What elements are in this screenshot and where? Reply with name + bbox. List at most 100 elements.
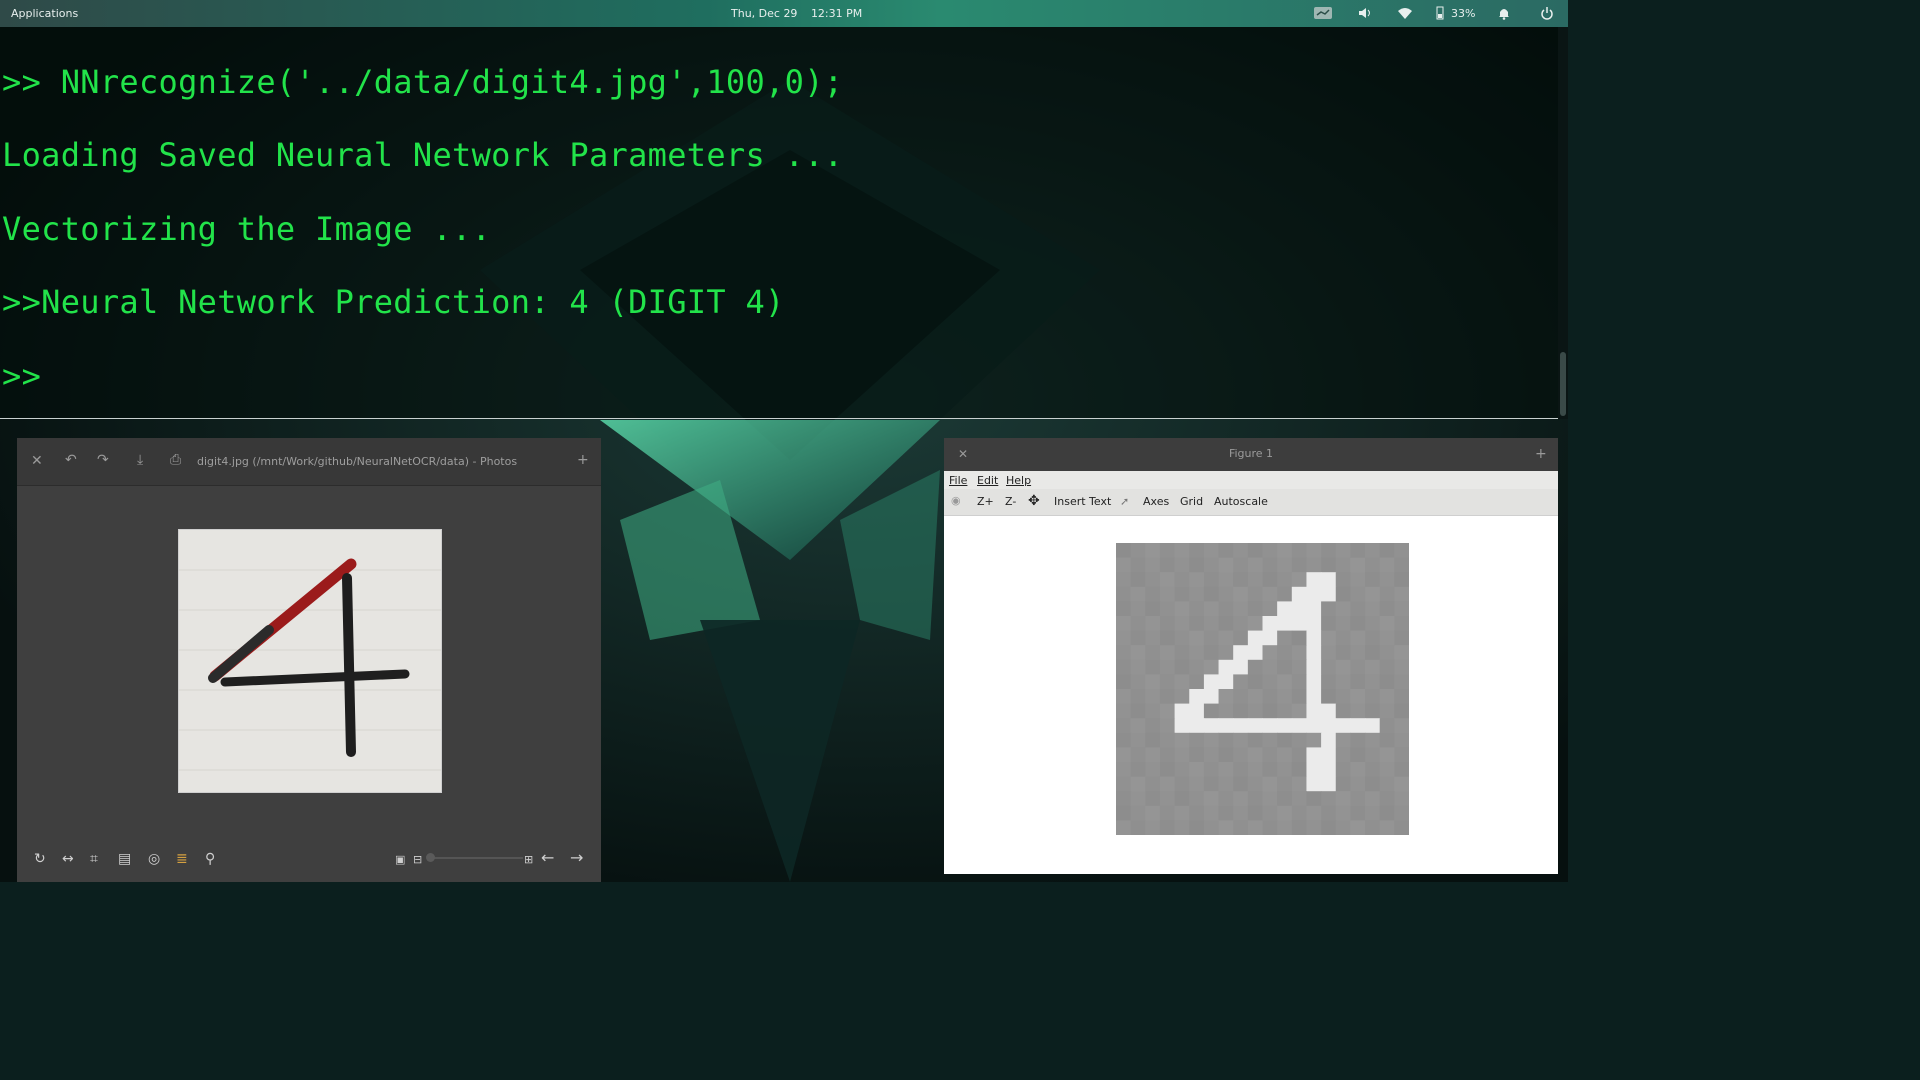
image-pixel xyxy=(1365,747,1381,763)
pointer-icon[interactable]: ➚ xyxy=(1120,495,1129,508)
adjust-colors-icon[interactable]: ≣ xyxy=(176,851,188,867)
image-pixel xyxy=(1203,805,1220,821)
zoom-slider[interactable] xyxy=(426,853,523,862)
menu-edit[interactable]: Edit xyxy=(977,474,998,487)
network-monitor-icon[interactable] xyxy=(1313,5,1333,21)
image-pixel xyxy=(1116,732,1132,748)
image-pixel xyxy=(1145,586,1161,602)
undo-icon[interactable]: ↶ xyxy=(65,452,77,468)
next-arrow-icon[interactable]: → xyxy=(570,848,583,867)
image-pixel xyxy=(1203,732,1220,748)
image-pixel xyxy=(1350,616,1366,632)
crop-icon[interactable]: ⌗ xyxy=(90,851,98,867)
image-pixel xyxy=(1262,776,1278,792)
maximize-icon[interactable]: + xyxy=(577,452,589,468)
image-pixel xyxy=(1130,586,1146,602)
image-pixel xyxy=(1291,645,1307,661)
menu-help[interactable]: Help xyxy=(1006,474,1031,487)
image-pixel xyxy=(1145,572,1161,588)
image-pixel xyxy=(1335,543,1351,559)
image-pixel xyxy=(1379,747,1395,763)
insert-text-button[interactable]: Insert Text xyxy=(1054,495,1111,508)
image-pixel xyxy=(1394,557,1409,573)
maximize-icon[interactable]: + xyxy=(1535,446,1547,462)
image-pixel xyxy=(1321,776,1337,792)
image-pixel xyxy=(1379,674,1395,690)
image-pixel xyxy=(1277,674,1293,690)
panel-clock[interactable]: Thu, Dec 29 12:31 PM xyxy=(731,7,872,20)
scrollbar-thumb[interactable] xyxy=(1560,352,1566,416)
image-pixel xyxy=(1291,616,1307,632)
zoom-slider-handle[interactable] xyxy=(426,853,435,862)
image-pixel xyxy=(1159,718,1176,734)
rotate-3d-icon[interactable]: ◉ xyxy=(951,494,961,507)
image-pixel xyxy=(1291,703,1307,719)
wifi-icon[interactable] xyxy=(1397,5,1413,21)
image-pixel xyxy=(1262,732,1278,748)
image-pixel xyxy=(1321,616,1337,632)
redo-icon[interactable]: ↷ xyxy=(97,452,109,468)
image-pixel xyxy=(1116,674,1132,690)
image-pixel xyxy=(1379,820,1395,835)
image-pixel xyxy=(1130,616,1146,632)
zoom-out-button[interactable]: Z- xyxy=(1005,495,1016,508)
image-pixel xyxy=(1277,703,1293,719)
image-pixel xyxy=(1262,703,1278,719)
image-pixel xyxy=(1394,718,1409,734)
volume-icon[interactable] xyxy=(1358,5,1372,21)
battery-indicator[interactable]: 33% xyxy=(1435,5,1475,21)
image-pixel xyxy=(1350,791,1366,807)
terminal-scrollbar[interactable] xyxy=(1558,27,1568,419)
redeye-icon[interactable]: ◎ xyxy=(148,851,160,867)
power-icon[interactable] xyxy=(1540,5,1554,21)
image-pixel xyxy=(1130,805,1146,821)
image-pixel xyxy=(1203,601,1220,617)
axes-button[interactable]: Axes xyxy=(1143,495,1169,508)
image-pixel xyxy=(1233,703,1249,719)
pan-icon[interactable]: ✥ xyxy=(1028,493,1040,509)
zoom-in-icon[interactable]: ⊞ xyxy=(524,853,533,866)
zoom-out-icon[interactable]: ⊟ xyxy=(413,853,422,866)
menu-file[interactable]: File xyxy=(949,474,967,487)
notifications-bell-icon[interactable] xyxy=(1497,5,1511,21)
image-pixel xyxy=(1233,557,1249,573)
image-pixel xyxy=(1379,630,1395,646)
image-pixel xyxy=(1277,543,1293,559)
previous-arrow-icon[interactable]: ← xyxy=(541,848,554,867)
grid-button[interactable]: Grid xyxy=(1180,495,1203,508)
image-pixel xyxy=(1262,718,1278,734)
straighten-icon[interactable]: ▤ xyxy=(118,851,131,867)
save-icon[interactable]: ⤓ xyxy=(137,452,143,468)
image-pixel xyxy=(1365,718,1381,734)
rotate-icon[interactable]: ↻ xyxy=(34,851,46,867)
image-pixel xyxy=(1130,543,1146,559)
print-icon[interactable]: ⎙ xyxy=(170,452,181,468)
image-pixel xyxy=(1262,659,1278,675)
image-pixel xyxy=(1247,762,1263,778)
terminal-window[interactable]: >> NNrecognize('../data/digit4.jpg',100,… xyxy=(0,27,1558,419)
image-pixel xyxy=(1116,586,1132,602)
image-pixel xyxy=(1218,557,1234,573)
image-pixel xyxy=(1233,820,1249,835)
image-pixel xyxy=(1321,674,1337,690)
image-pixel xyxy=(1350,703,1366,719)
image-pixel xyxy=(1379,776,1395,792)
image-pixel xyxy=(1247,630,1263,646)
image-pixel xyxy=(1116,557,1132,573)
autoscale-button[interactable]: Autoscale xyxy=(1214,495,1268,508)
zoom-fit-icon[interactable]: ▣ xyxy=(395,853,405,866)
image-pixel xyxy=(1306,616,1322,632)
applications-menu[interactable]: Applications xyxy=(11,7,78,20)
zoom-in-button[interactable]: Z+ xyxy=(977,495,994,508)
image-pixel xyxy=(1262,616,1278,632)
image-pixel xyxy=(1218,718,1234,734)
image-pixel xyxy=(1365,776,1381,792)
image-pixel xyxy=(1145,645,1161,661)
image-pixel xyxy=(1350,557,1366,573)
enhance-icon[interactable]: ⚲ xyxy=(205,851,215,867)
close-icon[interactable]: ✕ xyxy=(31,453,43,469)
flip-icon[interactable]: ↔ xyxy=(62,851,74,867)
image-pixel xyxy=(1306,820,1322,835)
image-pixel xyxy=(1379,586,1395,602)
image-pixel xyxy=(1203,762,1220,778)
